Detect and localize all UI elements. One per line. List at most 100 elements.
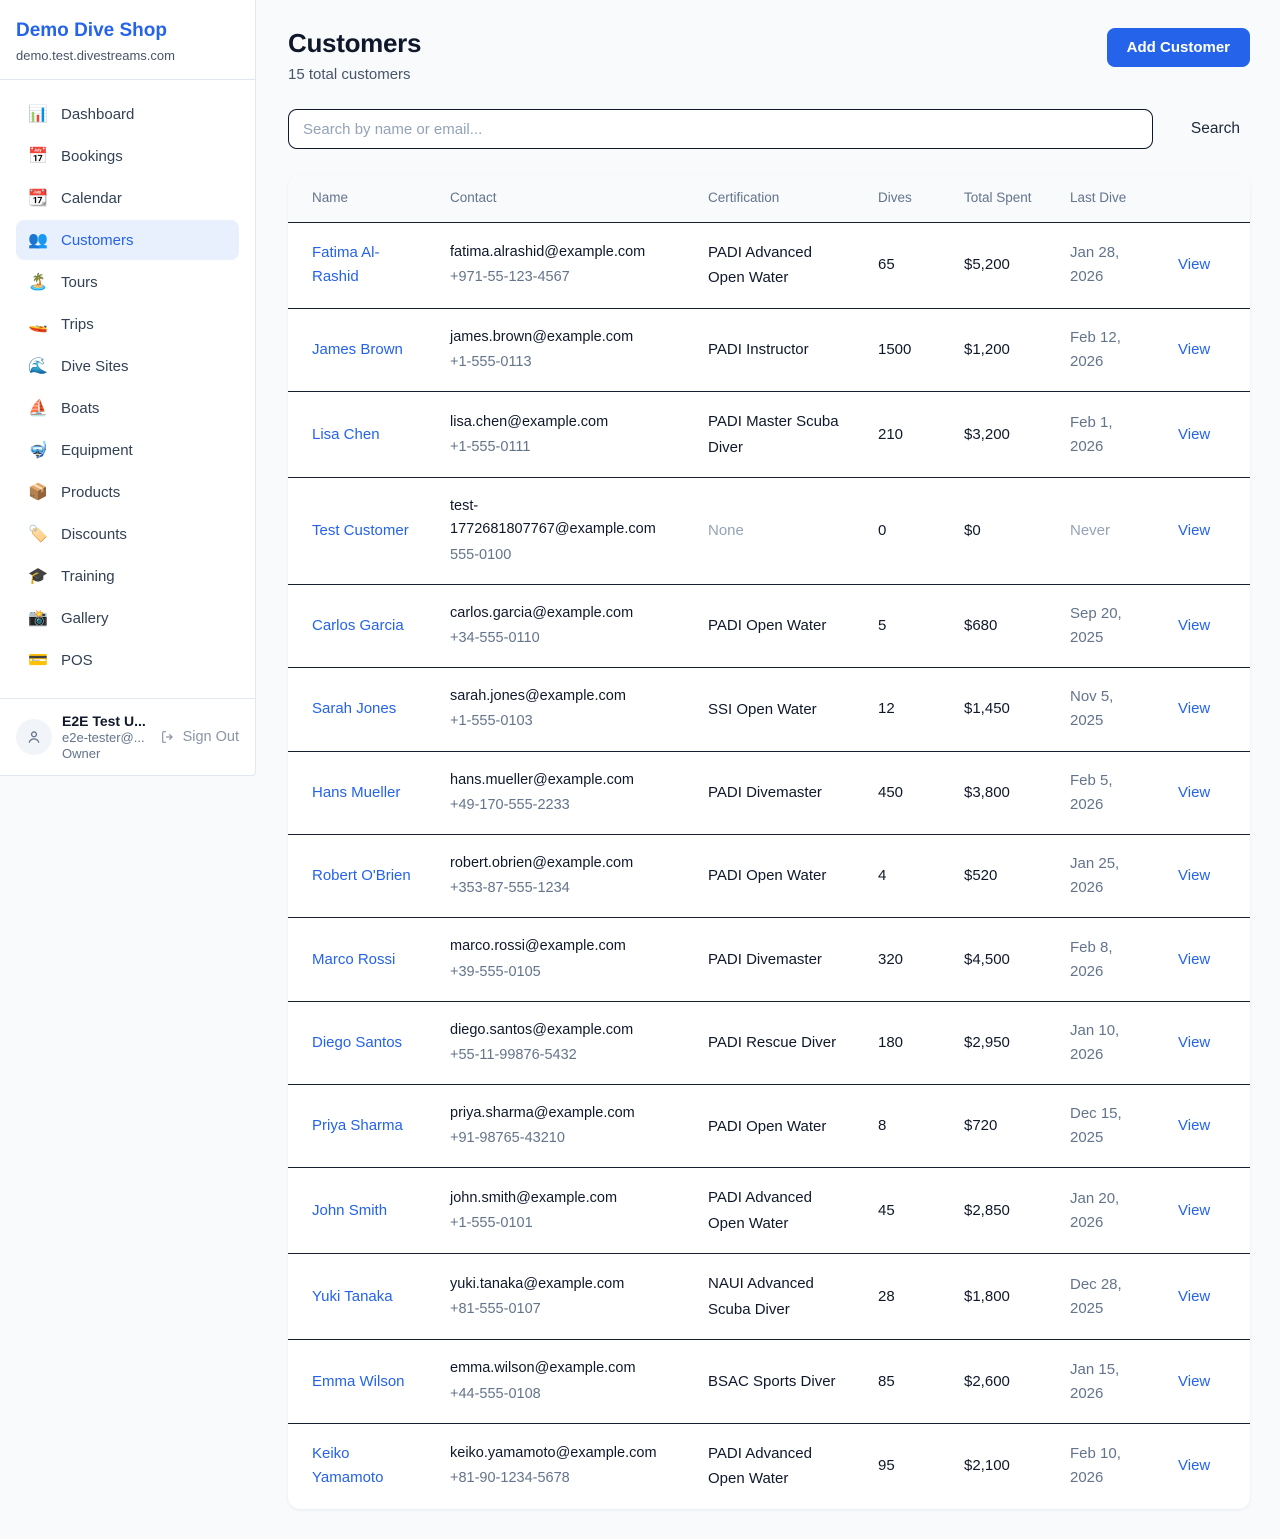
customer-name-link[interactable]: Yuki Tanaka <box>312 1288 393 1305</box>
customer-name-link[interactable]: Test Customer <box>312 522 409 539</box>
sidebar-item-bookings[interactable]: 📅 Bookings <box>16 136 239 176</box>
table-row: Emma Wilson emma.wilson@example.com +44-… <box>288 1340 1250 1423</box>
customer-dives: 8 <box>862 1085 948 1168</box>
sidebar-item-training[interactable]: 🎓 Training <box>16 556 239 596</box>
customer-dives: 210 <box>862 392 948 478</box>
customer-total-spent: $4,500 <box>948 918 1054 1001</box>
sidebar-item-tours[interactable]: 🏝️ Tours <box>16 262 239 302</box>
sidebar-item-dive-sites[interactable]: 🌊 Dive Sites <box>16 346 239 386</box>
view-customer-link[interactable]: View <box>1178 522 1210 539</box>
speedboat-icon: 🚤 <box>28 314 48 334</box>
customer-email: sarah.jones@example.com <box>450 685 676 708</box>
view-customer-link[interactable]: View <box>1178 867 1210 884</box>
customer-total-spent: $3,200 <box>948 392 1054 478</box>
view-customer-link[interactable]: View <box>1178 1117 1210 1134</box>
view-customer-link[interactable]: View <box>1178 951 1210 968</box>
sidebar-user-panel: E2E Test U... e2e-tester@... Owner Sign … <box>0 698 255 775</box>
view-customer-link[interactable]: View <box>1178 1202 1210 1219</box>
customer-total-spent: $5,200 <box>948 222 1054 308</box>
customer-name-link[interactable]: James Brown <box>312 341 403 358</box>
customer-name-link[interactable]: Hans Mueller <box>312 784 400 801</box>
shop-title: Demo Dive Shop <box>16 20 239 42</box>
customer-email: keiko.yamamoto@example.com <box>450 1442 676 1465</box>
customer-dives: 1500 <box>862 308 948 391</box>
sidebar-item-equipment[interactable]: 🤿 Equipment <box>16 430 239 470</box>
customer-total-spent: $1,800 <box>948 1254 1054 1340</box>
sidebar-item-calendar[interactable]: 📆 Calendar <box>16 178 239 218</box>
customer-name-link[interactable]: Carlos Garcia <box>312 617 404 634</box>
customer-certification: BSAC Sports Diver <box>692 1340 862 1423</box>
sidebar-item-boats[interactable]: ⛵ Boats <box>16 388 239 428</box>
customer-name-link[interactable]: Fatima Al-Rashid <box>312 244 380 285</box>
sidebar-item-dashboard[interactable]: 📊 Dashboard <box>16 94 239 134</box>
customer-name-link[interactable]: Sarah Jones <box>312 700 396 717</box>
customer-dives: 320 <box>862 918 948 1001</box>
customer-phone: +1-555-0103 <box>450 710 676 733</box>
view-customer-link[interactable]: View <box>1178 341 1210 358</box>
customer-last-dive: Feb 1, 2026 <box>1054 392 1162 478</box>
customer-certification: PADI Instructor <box>692 308 862 391</box>
customer-name-link[interactable]: Lisa Chen <box>312 426 380 443</box>
customer-name-link[interactable]: Marco Rossi <box>312 951 395 968</box>
search-button[interactable]: Search <box>1181 114 1250 144</box>
sign-out-icon <box>160 729 176 745</box>
wave-icon: 🌊 <box>28 356 48 376</box>
sidebar-item-products[interactable]: 📦 Products <box>16 472 239 512</box>
table-row: Lisa Chen lisa.chen@example.com +1-555-0… <box>288 392 1250 478</box>
customer-certification: PADI Advanced Open Water <box>692 222 862 308</box>
sign-out-button[interactable]: Sign Out <box>160 729 239 745</box>
customer-name-link[interactable]: Priya Sharma <box>312 1117 403 1134</box>
people-icon: 👥 <box>28 230 48 250</box>
table-row: Sarah Jones sarah.jones@example.com +1-5… <box>288 668 1250 751</box>
customer-phone: +55-11-99876-5432 <box>450 1044 676 1067</box>
customer-last-dive: Feb 8, 2026 <box>1054 918 1162 1001</box>
page-title: Customers <box>288 28 421 59</box>
customer-certification: PADI Advanced Open Water <box>692 1423 862 1509</box>
view-customer-link[interactable]: View <box>1178 256 1210 273</box>
customer-name-link[interactable]: Robert O'Brien <box>312 867 411 884</box>
customer-last-dive: Nov 5, 2025 <box>1054 668 1162 751</box>
customer-dives: 4 <box>862 834 948 917</box>
view-customer-link[interactable]: View <box>1178 700 1210 717</box>
view-customer-link[interactable]: View <box>1178 784 1210 801</box>
search-input[interactable] <box>288 109 1153 149</box>
sidebar-item-customers[interactable]: 👥 Customers <box>16 220 239 260</box>
customer-certification: PADI Advanced Open Water <box>692 1168 862 1254</box>
customer-certification: PADI Open Water <box>692 834 862 917</box>
customer-total-spent: $2,100 <box>948 1423 1054 1509</box>
shop-domain: demo.test.divestreams.com <box>16 48 239 63</box>
customer-name-link[interactable]: John Smith <box>312 1202 387 1219</box>
sidebar-item-trips[interactable]: 🚤 Trips <box>16 304 239 344</box>
customer-phone: +1-555-0101 <box>450 1212 676 1235</box>
bar-chart-icon: 📊 <box>28 104 48 124</box>
sidebar-item-discounts[interactable]: 🏷️ Discounts <box>16 514 239 554</box>
view-customer-link[interactable]: View <box>1178 1034 1210 1051</box>
customer-dives: 85 <box>862 1340 948 1423</box>
view-customer-link[interactable]: View <box>1178 1373 1210 1390</box>
customer-last-dive: Jan 25, 2026 <box>1054 834 1162 917</box>
customer-email: fatima.alrashid@example.com <box>450 241 676 264</box>
customer-last-dive: Jan 10, 2026 <box>1054 1001 1162 1084</box>
customer-name-link[interactable]: Emma Wilson <box>312 1373 405 1390</box>
customer-name-link[interactable]: Diego Santos <box>312 1034 402 1051</box>
customer-total-spent: $1,450 <box>948 668 1054 751</box>
view-customer-link[interactable]: View <box>1178 426 1210 443</box>
sidebar-item-gallery[interactable]: 📸 Gallery <box>16 598 239 638</box>
customer-total-spent: $520 <box>948 834 1054 917</box>
customer-email: yuki.tanaka@example.com <box>450 1273 676 1296</box>
customer-total-spent: $3,800 <box>948 751 1054 834</box>
view-customer-link[interactable]: View <box>1178 617 1210 634</box>
island-icon: 🏝️ <box>28 272 48 292</box>
column-header-name: Name <box>288 175 434 222</box>
sidebar-item-pos[interactable]: 💳 POS <box>16 640 239 680</box>
customer-email: marco.rossi@example.com <box>450 935 676 958</box>
view-customer-link[interactable]: View <box>1178 1288 1210 1305</box>
customer-email: emma.wilson@example.com <box>450 1357 676 1380</box>
table-row: Keiko Yamamoto keiko.yamamoto@example.co… <box>288 1423 1250 1509</box>
sidebar-nav: 📊 Dashboard 📅 Bookings 📆 Calendar 👥 Cust… <box>0 80 255 698</box>
customer-name-link[interactable]: Keiko Yamamoto <box>312 1445 383 1486</box>
add-customer-button[interactable]: Add Customer <box>1107 28 1250 67</box>
view-customer-link[interactable]: View <box>1178 1457 1210 1474</box>
customer-total-spent: $2,600 <box>948 1340 1054 1423</box>
customer-certification: PADI Master Scuba Diver <box>692 392 862 478</box>
